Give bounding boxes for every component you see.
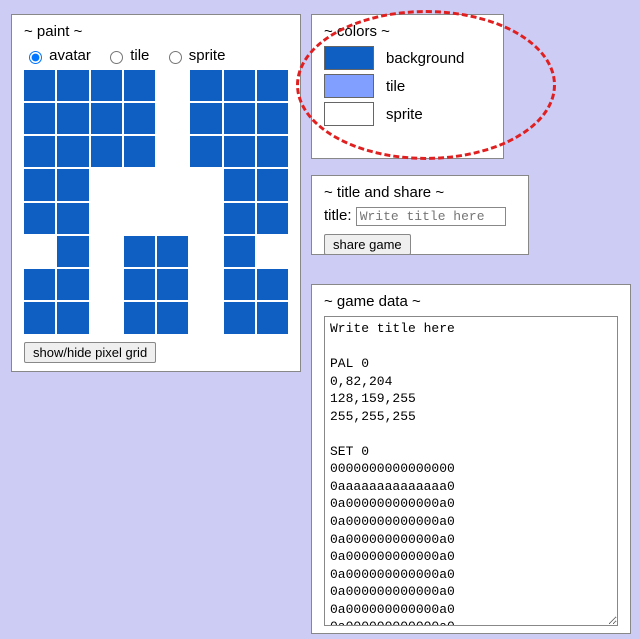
radio-avatar[interactable] <box>29 51 42 64</box>
pixel-cell[interactable] <box>157 103 188 134</box>
pixel-cell[interactable] <box>257 169 288 200</box>
pixel-cell[interactable] <box>57 203 88 234</box>
pixel-cell[interactable] <box>224 203 255 234</box>
pixel-cell[interactable] <box>124 70 155 101</box>
pixel-cell[interactable] <box>91 70 122 101</box>
pixel-cell[interactable] <box>91 269 122 300</box>
pixel-cell[interactable] <box>257 203 288 234</box>
pixel-cell[interactable] <box>57 136 88 167</box>
pixel-cell[interactable] <box>24 136 55 167</box>
color-label: background <box>386 50 464 67</box>
title-input[interactable] <box>356 207 506 226</box>
pixel-cell[interactable] <box>124 236 155 267</box>
pixel-cell[interactable] <box>190 236 221 267</box>
pixel-cell[interactable] <box>257 236 288 267</box>
pixel-cell[interactable] <box>157 302 188 333</box>
pixel-cell[interactable] <box>124 169 155 200</box>
pixel-cell[interactable] <box>91 302 122 333</box>
pixel-cell[interactable] <box>257 302 288 333</box>
color-row-sprite: sprite <box>324 102 491 126</box>
title-share-title: ~ title and share ~ <box>324 184 516 201</box>
radio-sprite[interactable] <box>169 51 182 64</box>
pixel-cell[interactable] <box>157 203 188 234</box>
pixel-cell[interactable] <box>224 103 255 134</box>
pixel-cell[interactable] <box>91 203 122 234</box>
paint-mode-radios: avatar tile sprite <box>24 46 288 64</box>
pixel-cell[interactable] <box>190 136 221 167</box>
pixel-cell[interactable] <box>91 169 122 200</box>
paint-title: ~ paint ~ <box>24 23 288 40</box>
radio-tile[interactable] <box>110 51 123 64</box>
radio-avatar-text: avatar <box>49 47 91 64</box>
pixel-cell[interactable] <box>257 136 288 167</box>
pixel-cell[interactable] <box>190 169 221 200</box>
pixel-cell[interactable] <box>257 269 288 300</box>
color-label: sprite <box>386 106 423 123</box>
pixel-cell[interactable] <box>57 269 88 300</box>
pixel-cell[interactable] <box>157 236 188 267</box>
colors-panel: ~ colors ~ background tile sprite <box>311 14 504 159</box>
game-data-panel: ~ game data ~ <box>311 284 631 634</box>
pixel-cell[interactable] <box>124 136 155 167</box>
pixel-cell[interactable] <box>157 136 188 167</box>
color-swatch-sprite[interactable] <box>324 102 374 126</box>
title-label: title: <box>324 207 352 224</box>
pixel-cell[interactable] <box>157 70 188 101</box>
pixel-cell[interactable] <box>190 302 221 333</box>
pixel-canvas[interactable] <box>24 70 288 334</box>
radio-sprite-label[interactable]: sprite <box>164 47 226 64</box>
pixel-cell[interactable] <box>190 269 221 300</box>
pixel-cell[interactable] <box>24 103 55 134</box>
pixel-cell[interactable] <box>24 203 55 234</box>
title-share-panel: ~ title and share ~ title: share game <box>311 175 529 255</box>
pixel-cell[interactable] <box>124 203 155 234</box>
pixel-cell[interactable] <box>224 169 255 200</box>
pixel-cell[interactable] <box>24 236 55 267</box>
colors-title: ~ colors ~ <box>324 23 491 40</box>
pixel-cell[interactable] <box>24 269 55 300</box>
pixel-cell[interactable] <box>24 70 55 101</box>
pixel-cell[interactable] <box>190 70 221 101</box>
pixel-cell[interactable] <box>224 236 255 267</box>
color-label: tile <box>386 78 405 95</box>
color-swatch-tile[interactable] <box>324 74 374 98</box>
radio-tile-text: tile <box>130 47 149 64</box>
pixel-cell[interactable] <box>57 169 88 200</box>
pixel-cell[interactable] <box>57 302 88 333</box>
pixel-cell[interactable] <box>91 236 122 267</box>
game-data-title: ~ game data ~ <box>324 293 618 310</box>
pixel-cell[interactable] <box>224 136 255 167</box>
radio-sprite-text: sprite <box>189 47 226 64</box>
toggle-pixel-grid-button[interactable]: show/hide pixel grid <box>24 342 156 363</box>
pixel-cell[interactable] <box>257 103 288 134</box>
radio-avatar-label[interactable]: avatar <box>24 47 95 64</box>
share-game-button[interactable]: share game <box>324 234 411 255</box>
radio-tile-label[interactable]: tile <box>105 47 154 64</box>
pixel-cell[interactable] <box>224 269 255 300</box>
pixel-cell[interactable] <box>24 302 55 333</box>
game-data-textarea[interactable] <box>324 316 618 626</box>
pixel-cell[interactable] <box>157 169 188 200</box>
pixel-cell[interactable] <box>91 103 122 134</box>
pixel-cell[interactable] <box>190 103 221 134</box>
pixel-cell[interactable] <box>124 269 155 300</box>
pixel-cell[interactable] <box>57 103 88 134</box>
color-swatch-background[interactable] <box>324 46 374 70</box>
paint-panel: ~ paint ~ avatar tile sprite show/hide p… <box>11 14 301 372</box>
color-row-tile: tile <box>324 74 491 98</box>
pixel-cell[interactable] <box>57 70 88 101</box>
pixel-cell[interactable] <box>91 136 122 167</box>
pixel-cell[interactable] <box>24 169 55 200</box>
pixel-cell[interactable] <box>224 302 255 333</box>
pixel-cell[interactable] <box>57 236 88 267</box>
pixel-cell[interactable] <box>224 70 255 101</box>
pixel-cell[interactable] <box>190 203 221 234</box>
pixel-cell[interactable] <box>257 70 288 101</box>
pixel-cell[interactable] <box>124 302 155 333</box>
color-row-background: background <box>324 46 491 70</box>
pixel-cell[interactable] <box>124 103 155 134</box>
pixel-cell[interactable] <box>157 269 188 300</box>
